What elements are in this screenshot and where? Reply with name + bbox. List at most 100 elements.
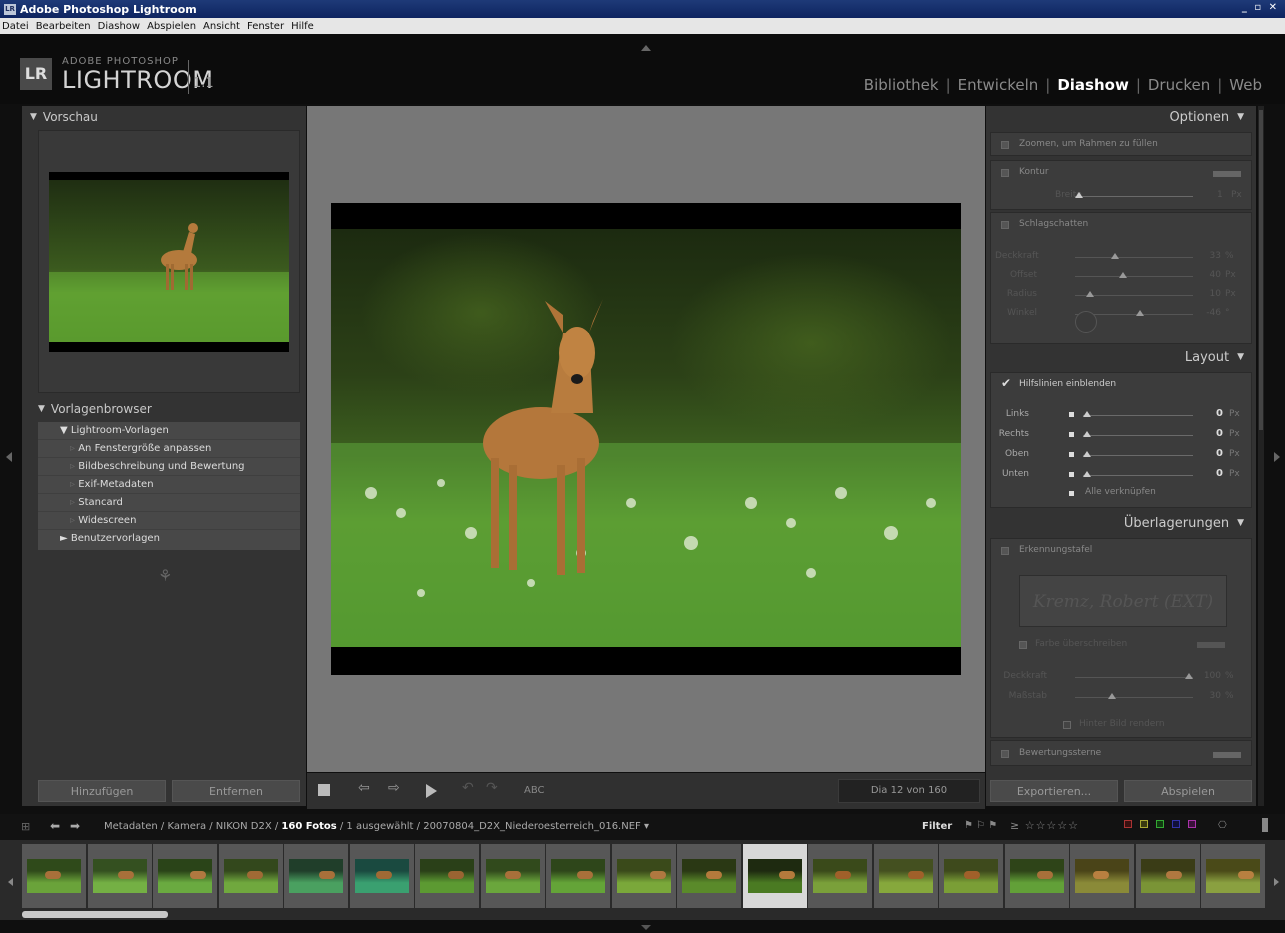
render-behind-checkbox[interactable] <box>1063 721 1071 729</box>
filmstrip-thumbnail[interactable] <box>349 844 414 908</box>
menu-abspielen[interactable]: Abspielen <box>147 21 196 32</box>
link-checkbox[interactable] <box>1069 472 1074 477</box>
overlays-panel-header[interactable]: Überlagerungen ▼ <box>986 512 1256 534</box>
identity-plate-preview[interactable]: Kremz, Robert (EXT) <box>1019 575 1227 627</box>
identity-plate-checkbox[interactable] <box>1001 547 1009 555</box>
filmstrip-thumbnail[interactable] <box>939 844 1003 908</box>
filmstrip-thumbnail[interactable] <box>87 844 152 908</box>
angle-dial-icon[interactable] <box>1075 311 1097 333</box>
slider-knob[interactable] <box>1111 253 1119 259</box>
collapse-top-arrow-icon[interactable] <box>641 45 651 51</box>
slider-knob[interactable] <box>1083 411 1091 417</box>
link-checkbox[interactable] <box>1069 452 1074 457</box>
menu-datei[interactable]: Datei <box>2 21 29 32</box>
module-diashow[interactable]: Diashow <box>1050 76 1135 94</box>
filmstrip-thumbnail[interactable] <box>153 844 217 908</box>
filter-switch-icon[interactable]: ⎔ <box>1218 820 1227 831</box>
module-web[interactable]: Web <box>1222 76 1269 94</box>
filmstrip-lock-icon[interactable] <box>1262 818 1268 832</box>
link-checkbox[interactable] <box>1069 412 1074 417</box>
layout-panel-header[interactable]: Layout ▼ <box>986 346 1256 368</box>
drop-shadow-checkbox[interactable] <box>1001 221 1009 229</box>
flag-filter-icons[interactable]: ⚑ ⚐ ⚑ <box>964 820 997 831</box>
stroke-color-swatch[interactable] <box>1213 171 1241 177</box>
stop-icon[interactable] <box>318 784 330 796</box>
menu-bearbeiten[interactable]: Bearbeiten <box>36 21 91 32</box>
template-browser-header[interactable]: ▼ Vorlagenbrowser <box>30 398 300 420</box>
tree-item[interactable]: ▹ An Fenstergröße anpassen <box>38 440 300 458</box>
slider-track[interactable] <box>1075 697 1193 698</box>
filmstrip-left-arrow-icon[interactable] <box>8 878 13 886</box>
menu-hilfe[interactable]: Hilfe <box>291 21 314 32</box>
module-entwickeln[interactable]: Entwickeln <box>951 76 1046 94</box>
link-checkbox[interactable] <box>1069 432 1074 437</box>
filmstrip-thumbnail[interactable] <box>1070 844 1134 908</box>
slider-knob[interactable] <box>1119 272 1127 278</box>
filmstrip-thumbnail[interactable] <box>480 844 545 908</box>
left-panel-toggle-icon[interactable] <box>6 452 12 462</box>
slider-track[interactable] <box>1083 475 1193 476</box>
menu-fenster[interactable]: Fenster <box>247 21 284 32</box>
right-panel-scroll-thumb[interactable] <box>1259 110 1263 430</box>
override-color-swatch[interactable] <box>1197 642 1225 648</box>
filmstrip-thumbnail[interactable] <box>546 844 610 908</box>
slider-knob[interactable] <box>1136 310 1144 316</box>
tree-folder-lightroom[interactable]: ▼ Lightroom-Vorlagen <box>38 422 300 440</box>
filmstrip-thumbnail[interactable] <box>873 844 938 908</box>
collapse-bottom-arrow-icon[interactable] <box>641 925 651 930</box>
menu-diashow[interactable]: Diashow <box>98 21 140 32</box>
remove-template-button[interactable]: Entfernen <box>172 780 300 802</box>
rotate-right-icon[interactable]: ↷ <box>486 780 498 796</box>
slider-track[interactable] <box>1083 455 1193 456</box>
star-filter[interactable]: ≥ ☆☆☆☆☆ <box>1010 819 1079 832</box>
slider-knob[interactable] <box>1086 291 1094 297</box>
slider-knob[interactable] <box>1083 431 1091 437</box>
rating-stars-checkbox[interactable] <box>1001 750 1009 758</box>
previous-slide-icon[interactable]: ⇦ <box>358 780 370 796</box>
forward-arrow-icon[interactable]: ➡ <box>70 819 80 833</box>
stroke-width-slider[interactable] <box>1075 196 1193 197</box>
filmstrip-right-arrow-icon[interactable] <box>1274 878 1279 886</box>
filmstrip-thumbnail[interactable] <box>1201 844 1265 908</box>
tree-item[interactable]: ▹ Widescreen <box>38 512 300 530</box>
filmstrip-thumbnail[interactable] <box>808 844 872 908</box>
grid-view-icon[interactable]: ⊞ <box>21 820 30 833</box>
rotate-left-icon[interactable]: ↶ <box>462 780 474 796</box>
slider-track[interactable] <box>1083 415 1193 416</box>
menu-ansicht[interactable]: Ansicht <box>203 21 240 32</box>
filmstrip-thumbnail[interactable] <box>677 844 741 908</box>
slider-knob[interactable] <box>1108 693 1116 699</box>
filmstrip-thumbnail[interactable] <box>218 844 283 908</box>
rating-stars-color-swatch[interactable] <box>1213 752 1241 758</box>
slider-knob[interactable] <box>1083 451 1091 457</box>
filmstrip-thumbnail[interactable] <box>284 844 348 908</box>
link-all-checkbox[interactable] <box>1069 491 1074 496</box>
override-color-checkbox[interactable] <box>1019 641 1027 649</box>
slider-knob[interactable] <box>1185 673 1193 679</box>
slider-knob[interactable] <box>1075 192 1083 198</box>
slider-track[interactable] <box>1083 435 1193 436</box>
guides-checkbox-check-icon[interactable]: ✔ <box>1001 376 1011 390</box>
color-label-yellow-icon[interactable] <box>1140 820 1148 828</box>
module-drucken[interactable]: Drucken <box>1141 76 1217 94</box>
zoom-fill-checkbox[interactable] <box>1001 141 1009 149</box>
tree-item[interactable]: ▹ Stancard <box>38 494 300 512</box>
add-template-button[interactable]: Hinzufügen <box>38 780 166 802</box>
preview-panel-header[interactable]: ▼ Vorschau <box>22 106 306 128</box>
filmstrip-thumbnail-selected[interactable] <box>742 844 807 908</box>
source-dropdown-icon[interactable]: ▾ <box>644 821 649 832</box>
module-bibliothek[interactable]: Bibliothek <box>857 76 946 94</box>
tree-folder-user[interactable]: ► Benutzervorlagen <box>38 530 300 548</box>
options-panel-header[interactable]: Optionen ▼ <box>986 106 1256 128</box>
filmstrip-thumbnail[interactable] <box>1135 844 1200 908</box>
play-slideshow-button[interactable]: Abspielen <box>1124 780 1252 802</box>
filmstrip-thumbnail[interactable] <box>1004 844 1069 908</box>
filmstrip-scrollbar[interactable] <box>22 911 168 918</box>
slider-track[interactable] <box>1075 257 1193 258</box>
right-panel-toggle-icon[interactable] <box>1274 452 1280 462</box>
slider-knob[interactable] <box>1083 471 1091 477</box>
color-label-blue-icon[interactable] <box>1172 820 1180 828</box>
next-slide-icon[interactable]: ⇨ <box>388 780 400 796</box>
play-icon[interactable] <box>426 784 437 798</box>
stroke-checkbox[interactable] <box>1001 169 1009 177</box>
